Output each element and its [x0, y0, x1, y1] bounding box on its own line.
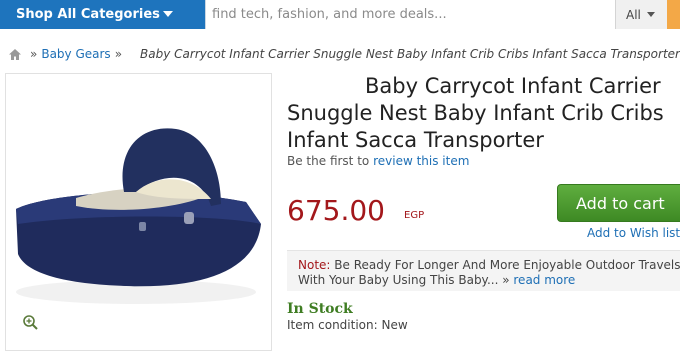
review-prefix: Be the first to	[287, 154, 370, 168]
read-more-link[interactable]: read more	[513, 273, 575, 287]
breadcrumb: » Baby Gears » Baby Carrycot Infant Carr…	[8, 45, 680, 63]
note-text-line-2: With Your Baby Using This Baby...	[298, 273, 499, 287]
chevron-down-icon	[163, 11, 173, 17]
breadcrumb-current-page: Baby Carrycot Infant Carrier Snuggle Nes…	[140, 47, 680, 61]
search-button[interactable]	[667, 0, 680, 29]
shop-all-categories-label: Shop All Categories	[16, 7, 160, 22]
review-prompt: Be the first to review this item	[287, 154, 469, 168]
note-more-separator: »	[502, 273, 510, 287]
add-to-cart-label: Add to cart	[576, 193, 665, 213]
review-link[interactable]: review this item	[373, 154, 469, 168]
breadcrumb-separator: »	[114, 47, 123, 61]
search-scope-label: All	[626, 7, 641, 22]
add-to-cart-button[interactable]: Add to cart	[557, 184, 680, 222]
product-title-line-2: Snuggle Nest Baby Infant Crib Cribs	[287, 101, 664, 125]
product-title: Baby Carrycot Infant Carrier Snuggle Nes…	[287, 73, 680, 154]
note-label: Note:	[298, 258, 331, 272]
note-text-line-1: Be Ready For Longer And More Enjoyable O…	[334, 258, 680, 272]
search-scope-dropdown[interactable]: All	[615, 0, 667, 29]
item-condition: Item condition: New	[287, 318, 408, 332]
zoom-in-icon[interactable]	[22, 314, 40, 332]
home-icon[interactable]	[8, 48, 22, 61]
product-title-line-1: Baby Carrycot Infant Carrier	[365, 74, 661, 98]
product-image-panel[interactable]	[5, 73, 272, 351]
product-image-carrycot	[16, 128, 261, 304]
chevron-down-icon	[646, 12, 655, 17]
product-price: 675.00	[287, 194, 385, 227]
shop-all-categories-button[interactable]: Shop All Categories	[0, 0, 200, 29]
product-note: Note: Be Ready For Longer And More Enjoy…	[287, 250, 680, 291]
product-title-line-3: Infant Sacca Transporter	[287, 128, 544, 152]
search-input[interactable]	[212, 0, 612, 29]
breadcrumb-link-baby-gears[interactable]: Baby Gears	[41, 47, 110, 61]
top-navigation-bar: Shop All Categories All	[0, 0, 680, 29]
breadcrumb-separator: »	[30, 47, 38, 61]
search-box	[205, 0, 615, 29]
price-currency: EGP	[404, 210, 425, 221]
add-to-wishlist-link[interactable]: Add to Wish list	[587, 226, 680, 240]
stock-status: In Stock	[287, 301, 353, 317]
